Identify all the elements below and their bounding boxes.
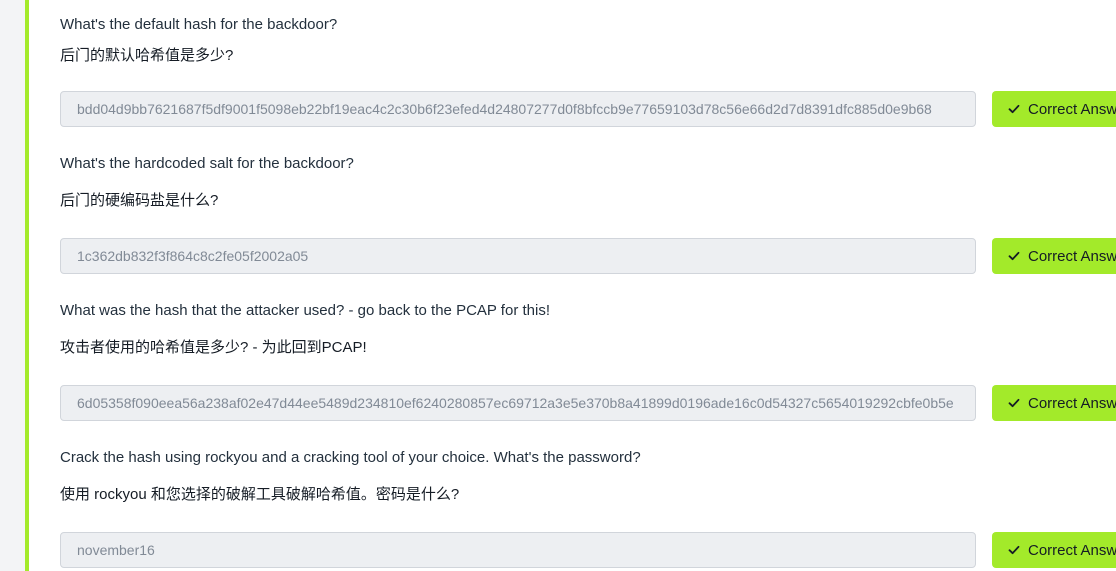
check-icon (1008, 545, 1020, 555)
question-text-zh: 使用 rockyou 和您选择的破解工具破解哈希值。密码是什么? (60, 486, 460, 503)
question-text-en: What's the default hash for the backdoor… (60, 16, 338, 33)
question-text-en: What's the hardcoded salt for the backdo… (60, 155, 354, 172)
question-text-zh: 后门的默认哈希值是多少? (60, 47, 234, 64)
correct-answer-button[interactable]: Correct Answer (992, 91, 1116, 127)
check-icon (1008, 398, 1020, 408)
button-label: Correct Answer (1028, 100, 1116, 118)
correct-answer-button[interactable]: Correct Answer (992, 532, 1116, 568)
question-text-en: What was the hash that the attacker used… (60, 302, 550, 319)
task-accent-bar (25, 0, 29, 571)
button-label: Correct Answer (1028, 541, 1116, 559)
question-block-1: What's the default hash for the backdoor… (60, 16, 1116, 128)
check-icon (1008, 104, 1020, 114)
correct-answer-button[interactable]: Correct Answer (992, 385, 1116, 421)
question-block-2: What's the hardcoded salt for the backdo… (60, 155, 1116, 275)
question-block-4: Crack the hash using rockyou and a crack… (60, 449, 1116, 571)
button-label: Correct Answer (1028, 247, 1116, 265)
question-text-en: Crack the hash using rockyou and a crack… (60, 449, 641, 466)
button-label: Correct Answer (1028, 394, 1116, 412)
answer-input[interactable] (60, 238, 976, 274)
task-questions-panel: What's the default hash for the backdoor… (0, 0, 1116, 571)
answer-input[interactable] (60, 91, 976, 127)
question-block-3: What was the hash that the attacker used… (60, 302, 1116, 422)
answer-input[interactable] (60, 385, 976, 421)
question-text-zh: 攻击者使用的哈希值是多少? - 为此回到PCAP! (60, 339, 367, 356)
correct-answer-button[interactable]: Correct Answer (992, 238, 1116, 274)
answer-input[interactable] (60, 532, 976, 568)
check-icon (1008, 251, 1020, 261)
left-rail (0, 0, 25, 571)
question-text-zh: 后门的硬编码盐是什么? (60, 192, 219, 209)
